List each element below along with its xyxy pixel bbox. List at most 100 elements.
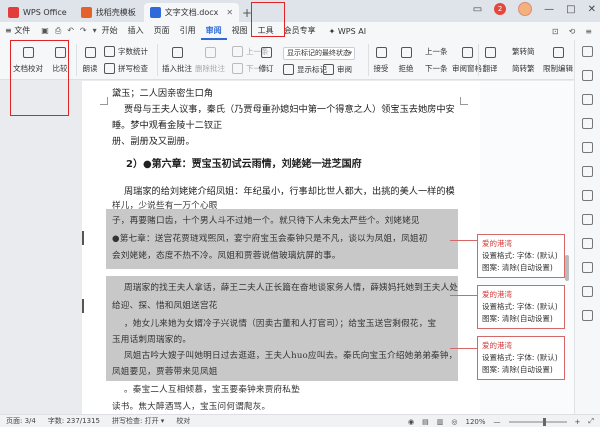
history-panel-icon[interactable] xyxy=(582,262,593,273)
compare-icon xyxy=(52,45,68,59)
menu-insert[interactable]: 插入 xyxy=(123,22,149,40)
doc-check-button[interactable]: 文档校对 xyxy=(13,45,43,74)
comment-author: 爱的港湾 xyxy=(482,290,512,299)
avatar[interactable] xyxy=(518,2,533,16)
review-icon xyxy=(323,64,334,75)
text-line: 子，再要赌口齿，十个男人斗不过她一个。就只待下人未免太严些个。刘姥姥见 xyxy=(112,216,420,226)
comment-panel-icon[interactable] xyxy=(582,286,593,297)
comment-format: 设置格式: 字体: (默认) xyxy=(482,353,558,362)
history-icon[interactable]: ⟲ xyxy=(569,27,576,36)
print-icon[interactable]: ⎙ xyxy=(55,26,61,36)
restore-icon[interactable]: ▭ xyxy=(473,4,482,15)
accept-button[interactable]: 接受 xyxy=(373,45,389,74)
menu-review[interactable]: 审阅 xyxy=(200,22,227,40)
delete-comment-icon xyxy=(202,45,218,59)
wps-logo-icon xyxy=(8,7,19,18)
tab-label: 找稻壳模板 xyxy=(95,8,136,17)
comment-format: 设置格式: 字体: (默认) xyxy=(482,251,558,260)
close-tab-icon[interactable]: ✕ xyxy=(226,8,233,17)
show-marks-button[interactable]: 显示标记 xyxy=(283,64,327,75)
pen-icon[interactable] xyxy=(582,166,593,177)
web-view-icon[interactable]: ◎ xyxy=(451,418,457,426)
menu-member[interactable]: 会员专享 xyxy=(279,22,321,40)
fit-icon[interactable]: ⤢ xyxy=(588,417,594,426)
comment-box[interactable]: 爱的港湾 设置格式: 字体: (默认) 图案: 清除(自动设置) xyxy=(477,234,565,278)
text-line: 读书。焦大醉酒骂人，宝玉问何谓爬灰。 xyxy=(112,402,271,412)
collapse-icon[interactable] xyxy=(582,46,593,57)
trad-to-simp-button[interactable]: 繁转简 xyxy=(512,46,535,57)
restrict-edit-button[interactable]: 限制编辑 xyxy=(543,45,573,74)
doc-check-icon xyxy=(20,45,36,59)
zoom-slider[interactable] xyxy=(508,417,567,426)
simp-to-trad-button[interactable]: 简转繁 xyxy=(512,63,535,74)
text-line: ●第七章：送宫花贾琏戏熙凤，宴宁府宝玉会秦钟只是不凡，谈以为凤姐，凤姐初 xyxy=(112,234,428,244)
select-icon[interactable] xyxy=(582,94,593,105)
comment-pattern: 图案: 清除(自动设置) xyxy=(482,263,553,272)
menu-references[interactable]: 引用 xyxy=(175,22,201,40)
style-icon[interactable] xyxy=(582,70,593,81)
minimize-button[interactable]: — xyxy=(544,4,554,15)
zoom-knob[interactable] xyxy=(542,417,546,426)
text-line: 会刘姥姥，态度不热不冷。凤姐和贾蓉说借玻璃炕屏的事。 xyxy=(112,251,341,261)
text-line: 凤姐古吟大嫂子叫她明日过去逛逛，王夫人huo应叫去。秦氏向宝玉介绍她弟弟秦钟， xyxy=(124,351,458,361)
translate-button[interactable]: 翻译 xyxy=(482,45,498,74)
menu-more-icon[interactable]: ≡ xyxy=(585,27,592,36)
comment-box[interactable]: 爱的港湾 设置格式: 字体: (默认) 图案: 清除(自动设置) xyxy=(477,285,565,329)
notification-badge[interactable]: 2 xyxy=(494,3,507,15)
maximize-button[interactable]: □ xyxy=(566,4,575,15)
file-menu[interactable]: ≡ 文件 xyxy=(0,22,35,40)
comment-pattern: 图案: 清除(自动设置) xyxy=(482,314,553,323)
wps-ai-button[interactable]: ✦ WPS AI xyxy=(329,27,366,36)
comment-box[interactable]: 爱的港湾 设置格式: 字体: (默认) 图案: 清除(自动设置) xyxy=(477,336,565,380)
proof-status[interactable]: 校对 xyxy=(170,416,196,426)
layout-icon[interactable]: ▤ xyxy=(422,418,429,426)
doc-icon xyxy=(149,7,161,18)
zoom-level[interactable]: 120% xyxy=(466,418,486,426)
grid-icon[interactable] xyxy=(582,238,593,249)
menu-view[interactable]: 视图 xyxy=(227,22,253,40)
view-mode-icon[interactable]: ◉ xyxy=(408,418,414,426)
save-icon[interactable]: ▣ xyxy=(41,26,49,36)
share-icon[interactable]: ⊡ xyxy=(552,27,559,36)
next-change-button[interactable]: 下一条 xyxy=(425,63,448,74)
zoom-controls: ◉ ▤ ▥ ◎ 120% — + ⤢ xyxy=(408,415,594,427)
settings-icon[interactable] xyxy=(582,214,593,225)
text-line: 贾母与王夫人议事，秦氏（乃贾母重孙媳妇中第一个得意之人）领宝玉去她房中安 xyxy=(124,104,455,115)
insert-comment-button[interactable]: 插入批注 xyxy=(162,45,192,74)
change-bar xyxy=(82,231,84,245)
help-icon[interactable] xyxy=(582,190,593,201)
document-page[interactable]: 黛玉；二人因亲密生口角 贾母与王夫人议事，秦氏（乃贾母重孙媳妇中第一个得意之人）… xyxy=(82,81,480,414)
close-window-button[interactable]: ✕ xyxy=(588,4,596,15)
shape-icon[interactable] xyxy=(582,142,593,153)
delete-comment-button[interactable]: 删除批注 xyxy=(195,45,225,74)
scrollbar[interactable] xyxy=(565,255,569,281)
review-button[interactable]: 审阅 xyxy=(323,64,352,75)
redo-icon[interactable]: ↷ xyxy=(80,26,87,36)
compare-button[interactable]: 比较 xyxy=(52,45,68,74)
reject-button[interactable]: 拒绝 xyxy=(398,45,414,74)
tab-wps-office[interactable]: WPS Office xyxy=(2,3,73,22)
word-count[interactable]: 字数: 237/1315 xyxy=(42,416,106,426)
tab-document[interactable]: 文字文档.docx ✕ xyxy=(143,3,240,22)
menu-page[interactable]: 页面 xyxy=(149,22,175,40)
page-view-icon[interactable]: ▥ xyxy=(437,418,444,426)
show-mark-dropdown[interactable]: 显示标记的最终状态 xyxy=(283,47,355,60)
menu-home[interactable]: 开始 xyxy=(97,22,123,40)
page-indicator[interactable]: 页面: 3/4 xyxy=(0,416,42,426)
zoom-out-button[interactable]: — xyxy=(494,418,501,426)
adjust-icon[interactable] xyxy=(582,118,593,129)
divider xyxy=(478,44,479,76)
spell-check-button[interactable]: 拼写检查 xyxy=(104,63,148,74)
new-tab-button[interactable]: + xyxy=(239,3,255,22)
revise-button[interactable]: 修订 xyxy=(258,45,274,74)
read-aloud-button[interactable]: 朗读 xyxy=(82,45,98,74)
zoom-in-button[interactable]: + xyxy=(575,418,581,426)
prev-change-button[interactable]: 上一条 xyxy=(425,46,448,57)
more-panel-icon[interactable] xyxy=(582,310,593,321)
word-count-button[interactable]: 字数统计 xyxy=(104,46,148,57)
undo-icon[interactable]: ↶ xyxy=(67,26,74,36)
menu-tools[interactable]: 工具 xyxy=(253,22,279,40)
tab-template[interactable]: 找稻壳模板 xyxy=(75,3,142,22)
spell-check-status[interactable]: 拼写检查: 打开 ▾ xyxy=(106,416,170,426)
divider xyxy=(157,44,158,76)
